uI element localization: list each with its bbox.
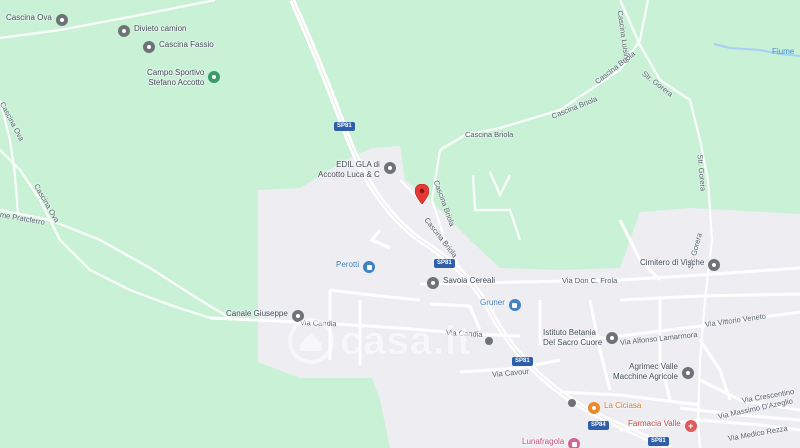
poi-label-line2: Accotto Luca & C	[318, 170, 380, 179]
poi-cimitero-vische[interactable]: Cimitero di Vische	[640, 258, 721, 271]
place-pin-icon	[118, 25, 130, 37]
road-label-via-don-frola: Via Don C. Frola	[562, 276, 618, 285]
place-pin-icon	[383, 162, 396, 174]
poi-label-line1: EDIL GLA di	[336, 160, 380, 169]
road-shield-sp84: SP84	[588, 421, 609, 430]
poi-label: Divieto camion	[134, 24, 187, 33]
cemetery-pin-icon	[708, 259, 721, 271]
road-shield-sp81: SP81	[648, 437, 669, 446]
poi-label: Savoia Cereali	[443, 276, 496, 285]
casa-watermark: casa.it	[288, 318, 472, 364]
poi-lunafragola[interactable]: Lunafragola	[522, 437, 581, 448]
poi-cascina-fassio[interactable]: Cascina Fassio	[143, 40, 214, 53]
poi-label: Cimitero di Vische	[640, 258, 705, 267]
place-pin-icon	[681, 367, 694, 379]
road-shield-sp81: SP81	[512, 357, 533, 366]
place-pin-icon	[606, 332, 619, 344]
transit-stop-icon[interactable]	[568, 399, 576, 407]
road-shield-sp81: SP81	[434, 259, 455, 268]
map-canvas[interactable]: Cascina Luisina Str. Gorera Str. Gorera …	[0, 0, 800, 448]
poi-label: La Ciciasa	[604, 401, 642, 410]
poi-savoia-cereali[interactable]: Savoia Cereali	[427, 276, 495, 289]
water-label-fiume: Fiume	[772, 47, 795, 56]
transit-stop-icon[interactable]	[485, 337, 493, 345]
poi-label-line2: Stefano Accotto	[148, 78, 205, 87]
poi-perotti[interactable]: Perotti	[336, 260, 376, 273]
shopping-pin-icon	[568, 438, 581, 448]
poi-label: Perotti	[336, 260, 360, 269]
poi-label: Cascina Ova	[6, 13, 52, 22]
poi-label-line2: Macchine Agricole	[613, 372, 678, 381]
place-pin-icon	[427, 277, 439, 289]
poi-label-line1: Istituto Betania	[543, 328, 596, 337]
restaurant-pin-icon	[588, 402, 600, 414]
pharmacy-pin-icon: +	[684, 420, 697, 432]
poi-label: Lunafragola	[522, 437, 565, 446]
poi-istituto-betania[interactable]: Istituto Betania Del Sacro Cuore	[543, 328, 619, 348]
poi-label: EDIL GLA di Accotto Luca & C	[318, 160, 380, 180]
poi-divieto-camion[interactable]: Divieto camion	[118, 24, 186, 37]
house-logo-icon	[288, 318, 334, 364]
watermark-text: casa.it	[340, 318, 472, 363]
poi-label: Canale Giuseppe	[226, 309, 288, 318]
poi-la-ciciasa[interactable]: La Ciciasa	[588, 401, 641, 414]
shopping-pin-icon	[508, 299, 521, 311]
sports-pin-icon	[208, 71, 221, 83]
road-shield-sp81: SP81	[334, 122, 355, 131]
poi-cascina-ova[interactable]: Cascina Ova	[6, 13, 68, 26]
poi-campo-sportivo[interactable]: Campo Sportivo Stefano Accotto	[147, 68, 221, 88]
poi-label: Gruner	[480, 298, 505, 307]
poi-label-line2: Del Sacro Cuore	[543, 338, 603, 347]
poi-farmacia-valle[interactable]: Farmacia Valle +	[628, 419, 697, 432]
poi-label: Cascina Fassio	[159, 40, 214, 49]
location-marker-icon[interactable]	[415, 184, 429, 204]
poi-label: Istituto Betania Del Sacro Cuore	[543, 328, 602, 348]
place-pin-icon	[143, 41, 155, 53]
poi-label: Farmacia Valle	[628, 419, 681, 428]
poi-label: Campo Sportivo Stefano Accotto	[147, 68, 204, 88]
poi-gruner[interactable]: Gruner	[480, 298, 521, 311]
poi-label: Agrimec Valle Macchine Agricole	[613, 362, 678, 382]
road-label-cascina-briola: Cascina Briola	[465, 130, 514, 139]
shopping-pin-icon	[363, 261, 376, 273]
poi-label-line1: Campo Sportivo	[147, 68, 205, 77]
poi-label-line1: Agrimec Valle	[629, 362, 678, 371]
place-pin-icon	[55, 14, 68, 26]
poi-edil-gla[interactable]: EDIL GLA di Accotto Luca & C	[318, 160, 396, 180]
poi-agrimec-valle[interactable]: Agrimec Valle Macchine Agricole	[613, 362, 694, 382]
